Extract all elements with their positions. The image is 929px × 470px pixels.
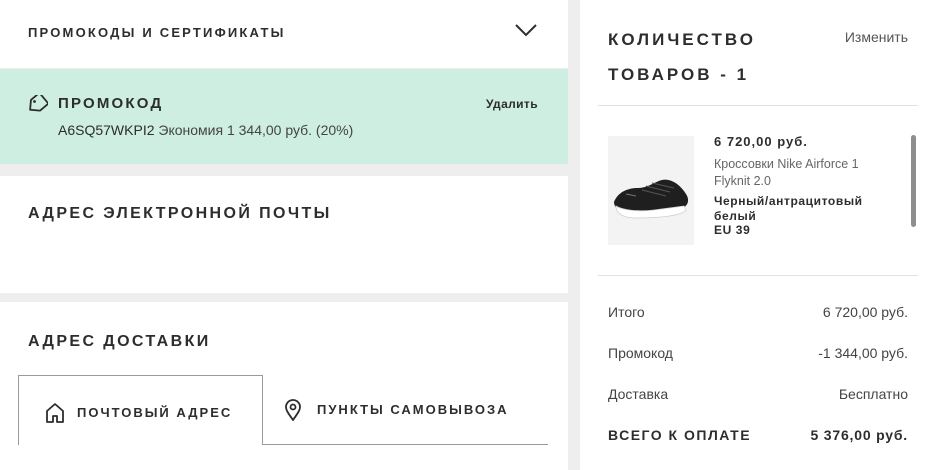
- sneaker-image: [608, 136, 694, 245]
- total-label: ВСЕГО К ОПЛАТЕ: [608, 427, 752, 443]
- delivery-section-title: АДРЕС ДОСТАВКИ: [28, 333, 211, 350]
- divider: [598, 105, 918, 106]
- total-value: 5 376,00 руб.: [810, 427, 908, 443]
- applied-promo-code: ПРОМОКОД Удалить A6SQ57WKPI2 Экономия 1 …: [0, 69, 568, 164]
- remove-promo-button[interactable]: Удалить: [486, 97, 538, 111]
- promo-code-value: A6SQ57WKPI2: [58, 122, 155, 138]
- home-icon: [46, 403, 64, 423]
- edit-cart-link[interactable]: Изменить: [845, 29, 908, 45]
- promo-label: ПРОМОКОД: [58, 95, 164, 112]
- chevron-down-icon[interactable]: [514, 22, 538, 38]
- checkout-main: ПРОМОКОДЫ И СЕРТИФИКАТЫ ПРОМОКОД Удалить…: [0, 0, 568, 470]
- subtotal-label: Итого: [608, 304, 645, 320]
- email-section-title: АДРЕС ЭЛЕКТРОННОЙ ПОЧТЫ: [28, 205, 332, 222]
- shipping-label: Доставка: [608, 386, 669, 402]
- tab-postal-address-label: ПОЧТОВЫЙ АДРЕС: [77, 405, 233, 420]
- item-size: EU 39: [714, 223, 751, 237]
- location-pin-icon: [285, 399, 301, 421]
- delivery-section: АДРЕС ДОСТАВКИ ПОЧТОВЫЙ АДРЕС ПУНКТЫ САМ…: [0, 302, 568, 470]
- item-color: Черный/антрацитовый белый: [714, 194, 863, 223]
- divider: [598, 275, 918, 276]
- promo-code-line: A6SQ57WKPI2 Экономия 1 344,00 руб. (20%): [58, 122, 353, 138]
- tab-postal-address[interactable]: ПОЧТОВЫЙ АДРЕС: [18, 375, 263, 445]
- tab-pickup-points-label: ПУНКТЫ САМОВЫВОЗА: [317, 402, 509, 417]
- item-price: 6 720,00 руб.: [714, 134, 808, 149]
- cart-count-title: КОЛИЧЕСТВО ТОВАРОВ - 1: [608, 30, 756, 84]
- order-summary-panel: КОЛИЧЕСТВО ТОВАРОВ - 1 Изменить 6 720,00…: [580, 0, 929, 470]
- promo-discount-label: Промокод: [608, 345, 673, 361]
- promo-section-header[interactable]: ПРОМОКОДЫ И СЕРТИФИКАТЫ: [0, 0, 568, 68]
- promo-section-title: ПРОМОКОДЫ И СЕРТИФИКАТЫ: [28, 25, 286, 40]
- promo-saving: Экономия 1 344,00 руб. (20%): [158, 122, 354, 138]
- subtotal-value: 6 720,00 руб.: [822, 304, 908, 320]
- tag-icon: [29, 95, 48, 112]
- items-scrollbar[interactable]: [911, 135, 916, 227]
- product-image[interactable]: [608, 136, 694, 245]
- shipping-value: Бесплатно: [838, 386, 908, 402]
- item-name[interactable]: Кроссовки Nike Airforce 1 Flyknit 2.0: [714, 156, 884, 190]
- tab-pickup-points[interactable]: ПУНКТЫ САМОВЫВОЗА: [263, 375, 548, 445]
- email-section: АДРЕС ЭЛЕКТРОННОЙ ПОЧТЫ: [0, 176, 568, 293]
- promo-discount-value: -1 344,00 руб.: [818, 345, 908, 361]
